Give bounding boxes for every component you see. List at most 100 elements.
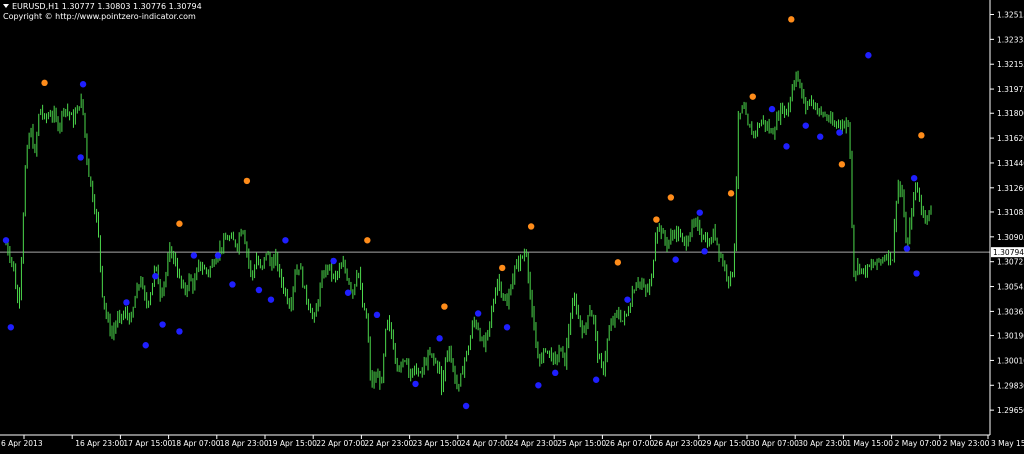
swing-high-marker <box>441 303 448 310</box>
price-tick-label: 1.29650 <box>997 406 1024 415</box>
current-price-label: 1.30794 <box>993 248 1024 257</box>
swing-low-marker <box>696 209 703 216</box>
time-tick-label: 22 Apr 07:00 <box>316 439 365 448</box>
price-tick-label: 1.30365 <box>997 307 1024 316</box>
time-tick-label: 29 Apr 15:00 <box>702 439 751 448</box>
time-tick-label: 1 May 15:00 <box>846 439 893 448</box>
time-tick-label: 30 Apr 23:00 <box>798 439 847 448</box>
swing-low-marker <box>910 174 918 182</box>
swing-low-marker <box>152 272 159 280</box>
swing-low-marker <box>176 328 183 335</box>
swing-high-marker <box>527 223 535 230</box>
swing-low-marker <box>592 376 600 383</box>
price-tick-label: 1.30010 <box>997 356 1024 365</box>
swing-low-marker <box>474 310 482 317</box>
time-tick-label: 16 Apr 23:00 <box>75 439 124 448</box>
swing-low-marker <box>214 252 222 259</box>
price-tick-label: 1.32515 <box>997 11 1024 20</box>
time-tick-label: 22 Apr 23:00 <box>364 439 413 448</box>
swing-high-marker <box>667 194 675 201</box>
swing-low-marker <box>552 369 559 377</box>
swing-low-marker <box>190 252 198 259</box>
swing-low-marker <box>282 237 289 244</box>
swing-low-marker <box>816 133 824 140</box>
price-tick-label: 1.31260 <box>997 184 1024 193</box>
swing-high-marker <box>176 220 183 227</box>
time-tick-label: 2 May 07:00 <box>895 439 942 448</box>
swing-low-marker <box>535 382 542 389</box>
swing-low-marker <box>503 324 511 331</box>
swing-low-marker <box>123 299 130 306</box>
price-tick-label: 1.30545 <box>997 283 1024 292</box>
symbol-quote-line: EURUSD,H1 1.30777 1.30803 1.30776 1.3079… <box>12 2 202 11</box>
swing-low-marker <box>865 52 872 59</box>
price-tick-label: 1.29830 <box>997 381 1024 390</box>
price-chart[interactable]: 1.32515 1.32335 1.32155 1.31975 1.31800 1.316… <box>0 0 1024 450</box>
time-tick-label: 3 May 15:00 <box>991 439 1024 448</box>
swing-high-marker <box>838 161 846 168</box>
swing-low-marker <box>255 286 263 294</box>
time-tick-label: 26 Apr 07:00 <box>605 439 654 448</box>
time-tick-label: 30 Apr 07:00 <box>750 439 799 448</box>
swing-low-marker <box>159 321 166 328</box>
time-tick-label: 18 Apr 07:00 <box>172 439 221 448</box>
swing-high-marker <box>788 16 795 23</box>
swing-low-marker <box>701 248 708 255</box>
swing-low-marker <box>2 237 10 244</box>
time-tick-label: 18 Apr 23:00 <box>220 439 269 448</box>
swing-low-marker <box>412 380 419 388</box>
swing-high-marker <box>749 93 756 100</box>
swing-low-marker <box>142 342 149 349</box>
time-axis: 6 Apr 2013 16 Apr 23:00 17 Apr 15:00 18 Apr… <box>0 434 1024 448</box>
time-tick-label: 24 Apr 07:00 <box>461 439 510 448</box>
time-tick-label: 26 Apr 23:00 <box>654 439 703 448</box>
swing-low-marker <box>783 143 790 150</box>
price-tick-label: 1.32335 <box>997 35 1024 44</box>
swing-low-marker <box>436 335 443 342</box>
price-tick-label: 1.30725 <box>997 258 1024 267</box>
swing-high-marker <box>727 190 735 197</box>
dropdown-triangle-icon[interactable] <box>3 4 9 8</box>
price-tick-label: 1.31800 <box>997 109 1024 118</box>
time-tick-label: 24 Apr 23:00 <box>509 439 558 448</box>
swing-low-marker <box>373 311 381 319</box>
swing-low-marker <box>77 154 84 161</box>
price-tick-label: 1.31975 <box>997 85 1024 94</box>
chart-window[interactable]: 1.32515 1.32335 1.32155 1.31975 1.31800 1.316… <box>0 0 1024 450</box>
price-tick-label: 1.31620 <box>997 134 1024 143</box>
swing-high-marker <box>918 132 925 139</box>
swing-high-marker <box>499 264 506 272</box>
time-tick-label: 25 Apr 15:00 <box>557 439 606 448</box>
chart-header: EURUSD,H1 1.30777 1.30803 1.30776 1.3079… <box>3 2 202 22</box>
swing-low-marker <box>802 122 809 129</box>
swing-low-marker <box>624 296 631 303</box>
price-tick-label: 1.30905 <box>997 233 1024 242</box>
price-tick-label: 1.30190 <box>997 332 1024 341</box>
swing-low-marker <box>672 256 679 263</box>
swing-low-marker <box>7 324 15 331</box>
swing-high-marker <box>41 79 48 87</box>
swing-low-marker <box>768 105 776 113</box>
time-tick-label: 23 Apr 15:00 <box>413 439 462 448</box>
swing-low-marker <box>344 289 352 296</box>
swing-high-marker <box>614 259 622 266</box>
time-tick-label: 19 Apr 15:00 <box>268 439 317 448</box>
price-tick-label: 1.32155 <box>997 60 1024 69</box>
swing-high-marker <box>364 237 371 244</box>
swing-low-marker <box>229 281 236 288</box>
price-axis: 1.32515 1.32335 1.32155 1.31975 1.31800 1.316… <box>989 0 1024 435</box>
swing-low-marker <box>462 402 470 410</box>
swing-low-marker <box>79 81 87 88</box>
swing-high-marker <box>653 216 660 223</box>
swing-high-marker <box>243 177 251 185</box>
price-tick-label: 1.31085 <box>997 208 1024 217</box>
time-tick-label: 6 Apr 2013 <box>1 439 43 448</box>
swing-low-marker <box>267 296 275 303</box>
swing-low-marker <box>330 257 337 265</box>
price-tick-label: 1.31440 <box>997 159 1024 168</box>
swing-low-marker <box>903 245 911 252</box>
swing-low-marker <box>836 129 843 136</box>
time-tick-label: 17 Apr 15:00 <box>123 439 172 448</box>
plot-area[interactable] <box>0 16 990 410</box>
time-tick-label: 2 May 23:00 <box>943 439 990 448</box>
